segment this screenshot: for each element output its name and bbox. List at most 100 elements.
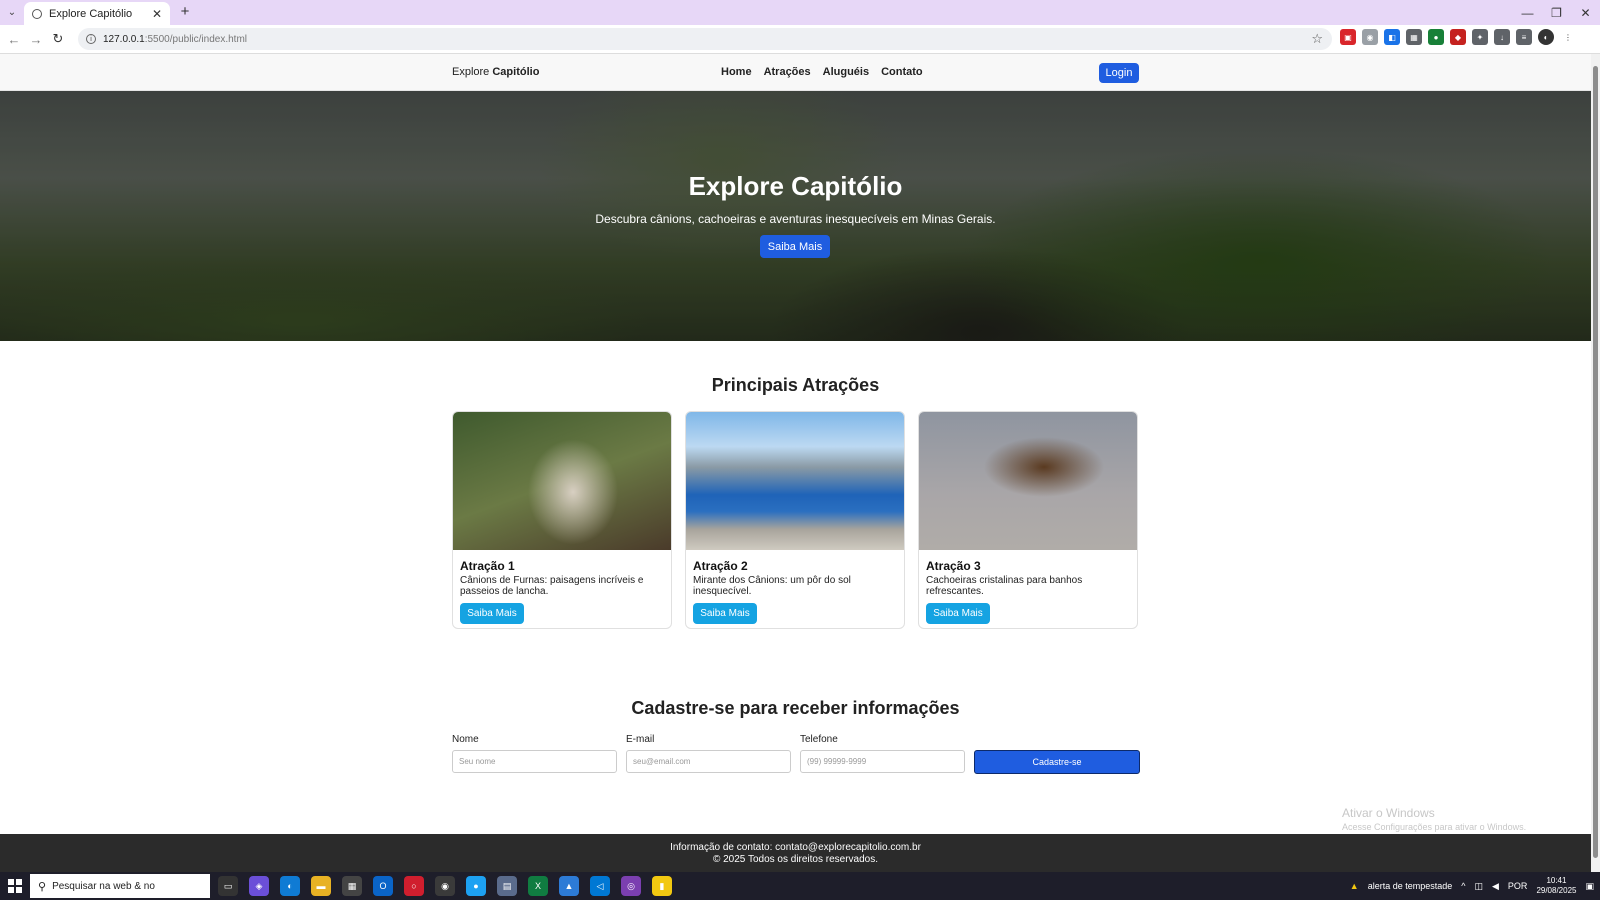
name-field-group: Nome (452, 734, 617, 773)
taskbar-search[interactable]: ⚲ Pesquisar na web & no (30, 874, 210, 898)
attraction-card: Atração 3 Cachoeiras cristalinas para ba… (918, 411, 1138, 629)
brand-logo[interactable]: Explore Capitólio (452, 66, 539, 78)
address-bar[interactable]: i 127.0.0.1:5500/public/index.html ☆ (78, 28, 1332, 50)
footer-copyright: © 2025 Todos os direitos reservados. (712, 854, 879, 865)
attraction-card: Atração 2 Mirante dos Cânions: um pôr do… (685, 411, 905, 629)
github-icon[interactable]: ◎ (621, 876, 641, 896)
card-title: Atração 1 (460, 559, 515, 573)
photos-icon[interactable]: ▲ (559, 876, 579, 896)
camera-icon[interactable]: ◉ (1362, 29, 1378, 45)
attraction-cards: Atração 1 Cânions de Furnas: paisagens i… (452, 411, 1138, 629)
windows-taskbar: ⚲ Pesquisar na web & no ▭ ◈ ◐ ▬ ▦ O ○ ◉ … (0, 872, 1600, 900)
email-input[interactable] (626, 750, 791, 773)
browser-tab[interactable]: Explore Capitólio ✕ (24, 2, 170, 25)
signup-title: Cadastre-se para receber informações (631, 698, 960, 718)
powerbi-icon[interactable]: ▮ (652, 876, 672, 896)
nav-alugueis[interactable]: Aluguéis (823, 66, 869, 78)
clock-time: 10:41 (1546, 876, 1567, 885)
download-icon[interactable]: ↓ (1494, 29, 1510, 45)
extension-red-icon[interactable]: ▣ (1340, 29, 1356, 45)
tab-title: Explore Capitólio (49, 7, 133, 20)
site-info-icon[interactable]: i (86, 34, 96, 44)
close-tab-icon[interactable]: ✕ (152, 7, 162, 21)
attractions-title: Principais Atrações (711, 375, 880, 395)
media-icon[interactable]: ≡ (1516, 29, 1532, 45)
page-scrollbar[interactable] (1591, 54, 1600, 872)
search-icon: ⚲ (38, 880, 47, 893)
forward-icon[interactable]: → (28, 31, 44, 47)
file-explorer-icon[interactable]: ▬ (311, 876, 331, 896)
url-host: 127.0.0.1 (103, 33, 145, 45)
card-saiba-mais-button[interactable]: Saiba Mais (460, 603, 524, 624)
browser-toolbar: ← → ↻ i 127.0.0.1:5500/public/index.html… (0, 25, 1600, 54)
card-saiba-mais-button[interactable]: Saiba Mais (926, 603, 990, 624)
copilot-icon[interactable]: ◈ (249, 876, 269, 896)
reload-icon[interactable]: ↻ (50, 31, 66, 47)
vscode-icon[interactable]: ◁ (590, 876, 610, 896)
weather-text[interactable]: alerta de tempestade (1368, 881, 1453, 891)
attraction-card: Atração 1 Cânions de Furnas: paisagens i… (452, 411, 672, 629)
card-text: Mirante dos Cânions: um pôr do sol inesq… (693, 575, 851, 597)
card-saiba-mais-button[interactable]: Saiba Mais (693, 603, 757, 624)
warning-icon[interactable]: ▲ (1350, 881, 1359, 891)
store-icon[interactable]: ▦ (342, 876, 362, 896)
globe-icon (32, 8, 42, 19)
bookmark-star-icon[interactable]: ☆ (1311, 31, 1323, 47)
restore-icon[interactable]: ❐ (1542, 0, 1571, 25)
edge-icon[interactable]: ◐ (280, 876, 300, 896)
app-icon[interactable]: ● (466, 876, 486, 896)
signup-form: Nome E-mail Telefone Cadastre-se (452, 734, 1140, 776)
notifications-icon[interactable]: ▣ (1585, 881, 1594, 892)
grid-extension-icon[interactable]: ▦ (1406, 29, 1422, 45)
chrome-icon[interactable]: ◉ (435, 876, 455, 896)
hero-banner: Explore Capitólio Descubra cânions, cach… (0, 91, 1591, 341)
name-input[interactable] (452, 750, 617, 773)
menu-dots-icon[interactable]: ⋮ (1560, 29, 1576, 45)
translate-icon[interactable]: ◧ (1384, 29, 1400, 45)
scrollbar-thumb[interactable] (1593, 66, 1598, 858)
shield-icon[interactable]: ◆ (1450, 29, 1466, 45)
main-nav: Home Atrações Aluguéis Contato (721, 66, 923, 78)
brand-name: Capitólio (492, 66, 540, 78)
phone-field-group: Telefone (800, 734, 965, 773)
new-tab-icon[interactable]: + (176, 3, 194, 21)
email-label: E-mail (626, 734, 655, 745)
url-path: :5500/public/index.html (144, 33, 248, 45)
network-icon[interactable]: ◫ (1474, 881, 1483, 892)
profile-avatar[interactable]: ◐ (1538, 29, 1554, 45)
name-label: Nome (452, 734, 479, 745)
brand-prefix: Explore (452, 66, 490, 78)
hero-saiba-mais-button[interactable]: Saiba Mais (760, 235, 830, 258)
task-view-icon[interactable]: ▭ (218, 876, 238, 896)
site-header: Explore Capitólio Home Atrações Aluguéis… (0, 54, 1591, 91)
browser-tab-strip: ⌄ Explore Capitólio ✕ + — ❐ ✕ (0, 0, 1600, 25)
taskbar-clock[interactable]: 10:41 29/08/2025 (1536, 876, 1576, 896)
volume-icon[interactable]: ◀ (1492, 881, 1499, 892)
nav-contato[interactable]: Contato (881, 66, 923, 78)
signup-submit-button[interactable]: Cadastre-se (974, 750, 1140, 774)
attraction-image (686, 412, 904, 550)
site-footer: Informação de contato: contato@exploreca… (0, 834, 1591, 872)
nav-atracoes[interactable]: Atrações (764, 66, 811, 78)
tab-search-icon[interactable]: ⌄ (4, 4, 20, 20)
phone-input[interactable] (800, 750, 965, 773)
notes-icon[interactable]: ▤ (497, 876, 517, 896)
nav-home[interactable]: Home (721, 66, 752, 78)
language-indicator[interactable]: POR (1508, 881, 1528, 891)
puzzle-icon[interactable]: ✦ (1472, 29, 1488, 45)
attraction-image (919, 412, 1137, 550)
outlook-icon[interactable]: O (373, 876, 393, 896)
minimize-icon[interactable]: — (1513, 0, 1542, 25)
card-text: Cachoeiras cristalinas para banhos refre… (926, 575, 1083, 597)
windows-start-icon[interactable] (8, 879, 22, 893)
extension-icons: ▣ ◉ ◧ ▦ ● ◆ ✦ ↓ ≡ ◐ ⋮ (1340, 29, 1576, 45)
login-button[interactable]: Login (1099, 63, 1139, 83)
green-extension-icon[interactable]: ● (1428, 29, 1444, 45)
opera-icon[interactable]: ○ (404, 876, 424, 896)
back-icon[interactable]: ← (6, 31, 22, 47)
close-window-icon[interactable]: ✕ (1571, 0, 1600, 25)
email-field-group: E-mail (626, 734, 791, 773)
attraction-image (453, 412, 671, 550)
excel-icon[interactable]: X (528, 876, 548, 896)
tray-chevron-icon[interactable]: ^ (1461, 881, 1465, 891)
